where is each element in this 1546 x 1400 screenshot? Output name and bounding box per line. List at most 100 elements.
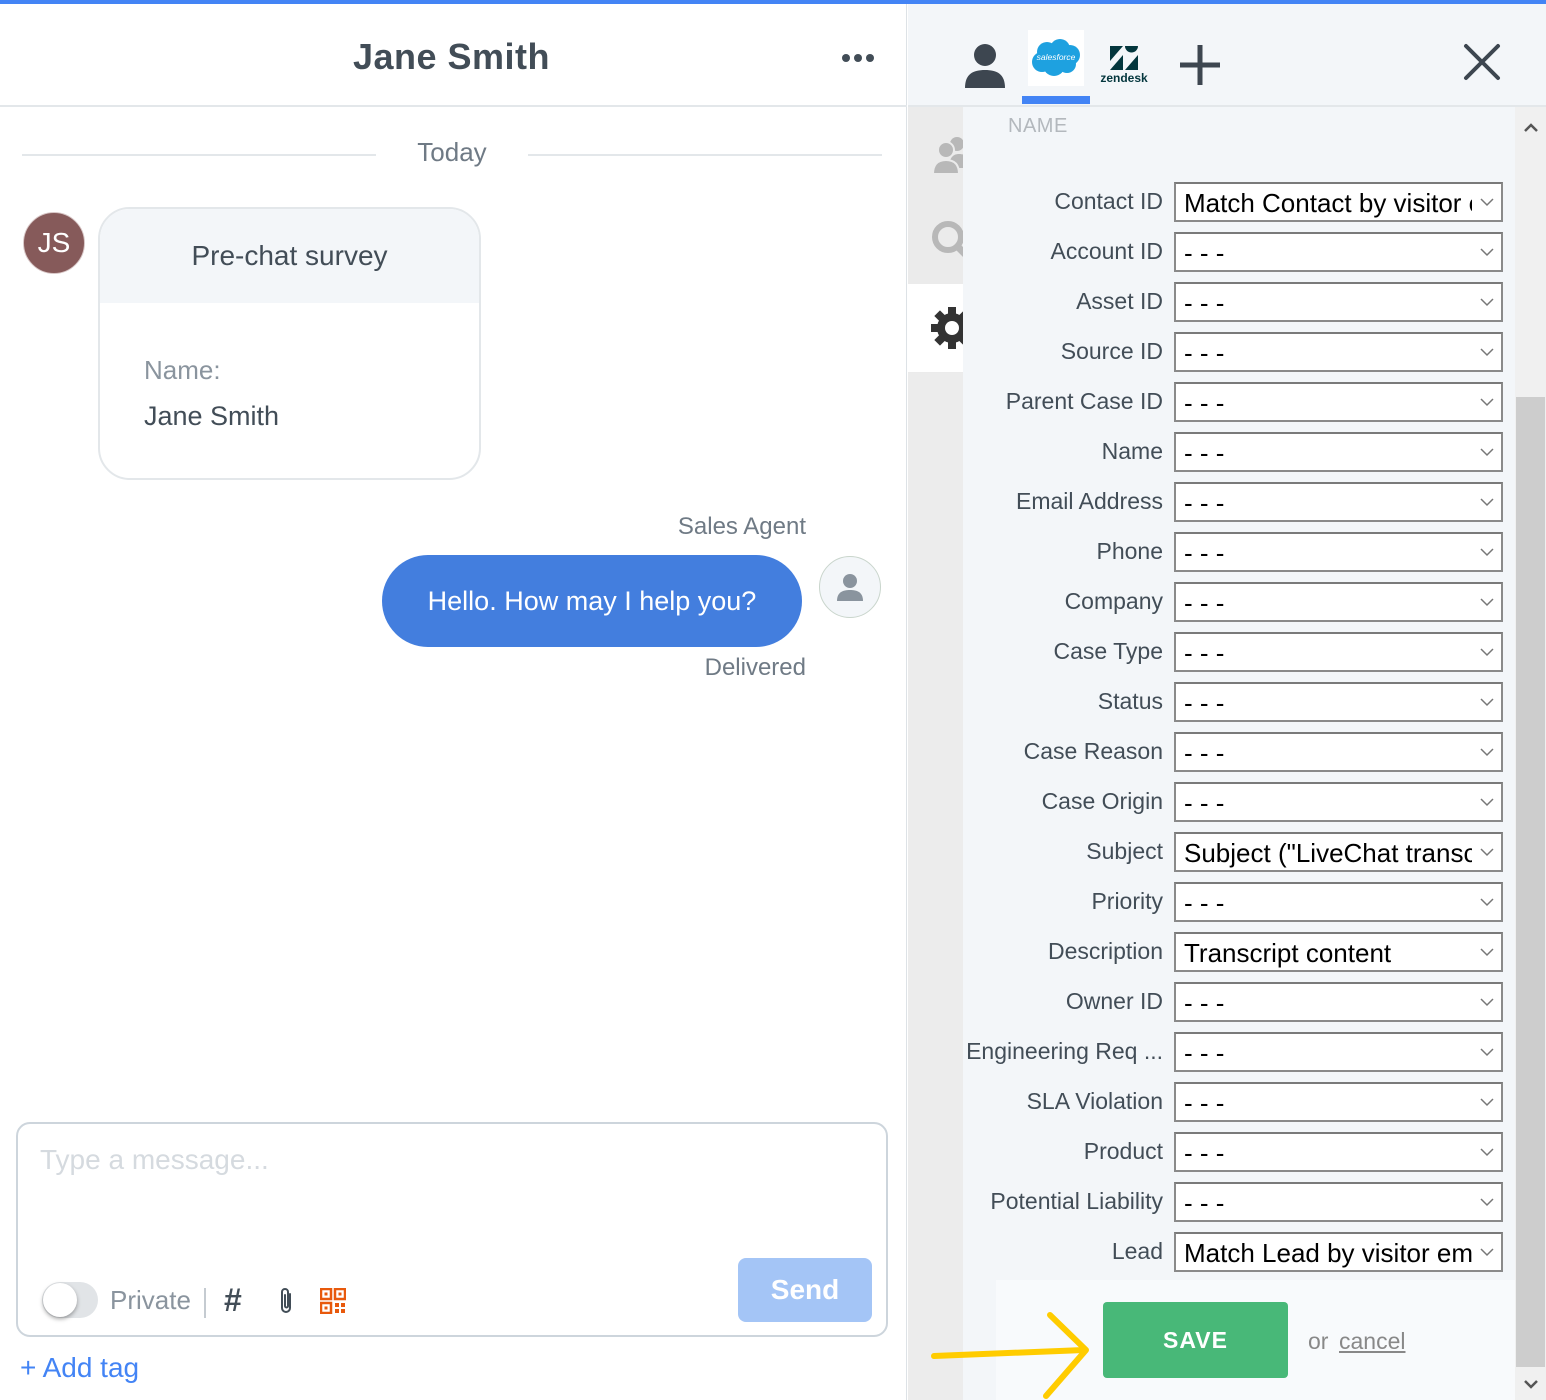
field-select[interactable]: - - -: [1174, 1082, 1503, 1122]
field-label: Subject: [1086, 838, 1163, 864]
message-author: Sales Agent: [677, 513, 806, 540]
field-select-value: - - -: [1184, 1138, 1225, 1168]
field-label: Potential Liability: [990, 1188, 1163, 1214]
close-panel-button[interactable]: [1458, 38, 1506, 86]
field-select[interactable]: - - -: [1174, 1182, 1503, 1222]
field-label: Account ID: [1050, 238, 1164, 264]
section-heading: NAME: [1008, 115, 1068, 137]
chat-title: Jane Smith: [352, 36, 551, 77]
field-select-value: Subject ("LiveChat transcript"): [1184, 838, 1472, 868]
field-select[interactable]: - - -: [1174, 282, 1503, 322]
zendesk-logo-icon: [1110, 46, 1138, 70]
field-select-value: - - -: [1184, 288, 1225, 318]
field-row: Description Transcript content: [963, 932, 1515, 972]
field-select[interactable]: - - -: [1174, 432, 1503, 472]
hashtag-icon[interactable]: #: [224, 1282, 242, 1319]
survey-field-label: Name:: [144, 355, 221, 385]
field-select[interactable]: Transcript content: [1174, 932, 1503, 972]
tab-salesforce[interactable]: salesforce: [1028, 30, 1084, 86]
chevron-down-icon: [1480, 1048, 1494, 1057]
scroll-up-button[interactable]: [1515, 113, 1546, 143]
field-select[interactable]: - - -: [1174, 1032, 1503, 1072]
field-select[interactable]: - - -: [1174, 382, 1503, 422]
chevron-down-icon: [1480, 748, 1494, 757]
field-label: Engineering Req ...: [966, 1038, 1163, 1064]
more-dot: [866, 54, 874, 62]
field-label: Case Type: [1053, 638, 1163, 664]
field-label: Name: [1101, 438, 1163, 464]
save-button[interactable]: SAVE: [1103, 1302, 1288, 1378]
field-select[interactable]: - - -: [1174, 582, 1503, 622]
message-composer: Private # Send: [16, 1122, 888, 1337]
field-select[interactable]: Subject ("LiveChat transcript"): [1174, 832, 1503, 872]
tab-add-integration[interactable]: [1176, 30, 1224, 100]
chevron-down-icon: [1480, 1148, 1494, 1157]
message-input[interactable]: [40, 1144, 860, 1244]
field-select-value: Match Lead by visitor email: [1184, 1238, 1472, 1268]
field-select[interactable]: - - -: [1174, 1132, 1503, 1172]
field-select-value: - - -: [1184, 1088, 1225, 1118]
send-button[interactable]: Send: [738, 1258, 872, 1322]
field-row: Case Origin - - -: [963, 782, 1515, 822]
chevron-down-icon: [1480, 1098, 1494, 1107]
more-dot: [854, 54, 862, 62]
field-select[interactable]: Match Contact by visitor email: [1174, 182, 1503, 222]
field-select[interactable]: - - -: [1174, 632, 1503, 672]
tab-customer[interactable]: [960, 30, 1010, 100]
field-select[interactable]: - - -: [1174, 232, 1503, 272]
field-row: Potential Liability - - -: [963, 1182, 1515, 1222]
field-select[interactable]: - - -: [1174, 882, 1503, 922]
add-tag-link[interactable]: + Add tag: [20, 1352, 139, 1384]
nav-strip: [908, 373, 963, 1400]
field-row: Contact ID Match Contact by visitor email: [963, 182, 1515, 222]
field-select-value: - - -: [1184, 738, 1225, 768]
chevron-up-icon: [1523, 123, 1538, 132]
more-options-button[interactable]: [838, 48, 878, 68]
field-select[interactable]: - - -: [1174, 732, 1503, 772]
chevron-down-icon: [1480, 798, 1494, 807]
field-label: Case Origin: [1041, 788, 1163, 814]
scrollbar[interactable]: [1515, 107, 1546, 1400]
divider: [528, 154, 882, 156]
field-row: Case Reason - - -: [963, 732, 1515, 772]
field-select[interactable]: - - -: [1174, 782, 1503, 822]
active-tab-indicator: [1022, 96, 1090, 104]
field-label: Owner ID: [1065, 988, 1163, 1014]
field-select[interactable]: - - -: [1174, 482, 1503, 522]
qr-code-icon[interactable]: [319, 1287, 347, 1319]
field-select-value: - - -: [1184, 588, 1225, 618]
private-toggle[interactable]: [42, 1282, 98, 1318]
cancel-link[interactable]: cancel: [1339, 1328, 1405, 1355]
chat-pane: Jane Smith Today JS Pre-chat survey Name…: [0, 4, 907, 1400]
chevron-down-icon: [1480, 198, 1494, 207]
chevron-down-icon: [1480, 998, 1494, 1007]
chevron-down-icon: [1523, 1380, 1538, 1389]
field-select[interactable]: - - -: [1174, 982, 1503, 1022]
field-select-value: - - -: [1184, 688, 1225, 718]
field-label: SLA Violation: [1026, 1088, 1163, 1114]
field-select[interactable]: - - -: [1174, 682, 1503, 722]
message-status: Delivered: [704, 654, 806, 681]
tab-zendesk[interactable]: zendesk: [1094, 30, 1154, 100]
field-select[interactable]: Match Lead by visitor email: [1174, 1232, 1503, 1272]
field-label: Description: [1047, 938, 1163, 964]
field-row: Asset ID - - -: [963, 282, 1515, 322]
field-label: Contact ID: [1054, 188, 1163, 214]
field-row: Status - - -: [963, 682, 1515, 722]
paperclip-icon[interactable]: [276, 1286, 296, 1321]
field-label: Company: [1064, 588, 1163, 614]
scroll-down-button[interactable]: [1515, 1369, 1546, 1399]
field-select[interactable]: - - -: [1174, 532, 1503, 572]
field-select-value: Transcript content: [1184, 938, 1392, 968]
close-icon: [1464, 44, 1500, 80]
survey-field-value: Jane Smith: [144, 401, 280, 431]
field-label: Parent Case ID: [1005, 388, 1163, 414]
field-row: Source ID - - -: [963, 332, 1515, 372]
field-select-value: - - -: [1184, 788, 1225, 818]
field-row: Priority - - -: [963, 882, 1515, 922]
salesforce-logo-icon: salesforce: [1032, 39, 1080, 76]
zendesk-label: zendesk: [1100, 71, 1148, 85]
visitor-avatar: JS: [23, 212, 85, 274]
scrollbar-thumb[interactable]: [1516, 397, 1545, 1367]
field-select[interactable]: - - -: [1174, 332, 1503, 372]
